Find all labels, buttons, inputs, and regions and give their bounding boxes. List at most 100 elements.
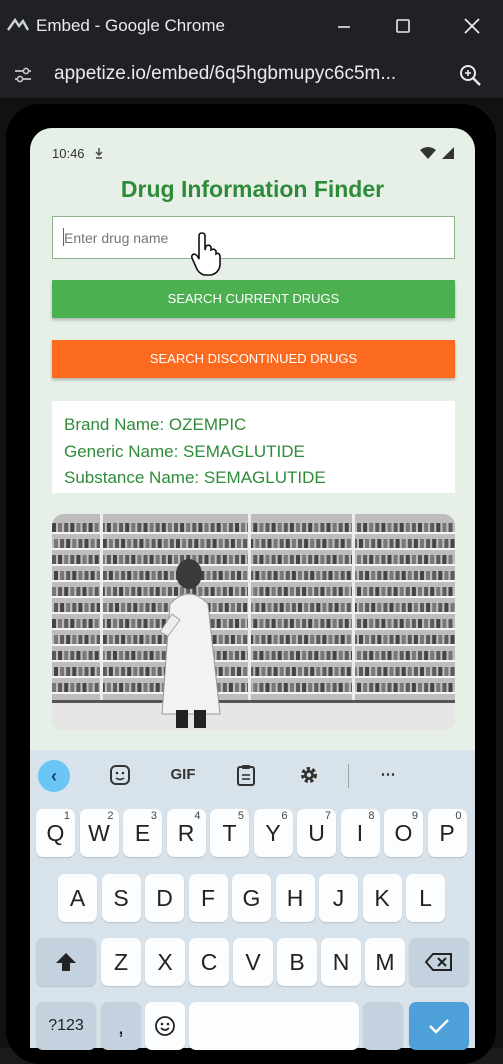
key-t-hint: 5 <box>237 810 244 822</box>
key-t[interactable]: T5 <box>210 809 249 857</box>
shift-icon <box>56 953 76 971</box>
key-q-hint: 1 <box>63 810 70 822</box>
emoji-icon <box>155 1016 175 1036</box>
soft-keyboard: ‹ GIF ⋯ Q1W2E3R4T5Y6U7I8O9P0ASDFGHJKLZXC… <box>30 750 475 1050</box>
comma-key[interactable]: , <box>101 1002 141 1050</box>
site-settings-icon[interactable] <box>10 62 36 88</box>
url-text[interactable]: appetize.io/embed/6q5hgbmupyc6c5m... <box>54 63 396 85</box>
key-m[interactable]: M <box>365 938 405 986</box>
key-x[interactable]: X <box>145 938 185 986</box>
key-p-hint: 0 <box>455 810 462 822</box>
comma-key-label: , <box>117 1013 125 1039</box>
minimize-icon[interactable] <box>330 12 358 40</box>
browser-titlebar: Embed - Google Chrome <box>0 0 503 52</box>
symbols-key[interactable]: ?123 <box>36 1002 96 1050</box>
key-h-label: H <box>286 885 304 911</box>
key-a[interactable]: A <box>58 874 97 922</box>
key-p[interactable]: P0 <box>427 809 467 857</box>
generic-name-text: Generic Name: SEMAGLUTIDE <box>64 441 305 461</box>
drug-name-input[interactable] <box>52 216 455 259</box>
signal-icon <box>442 147 454 159</box>
key-l-label: L <box>419 885 432 911</box>
key-b-label: B <box>289 949 305 975</box>
key-x-label: X <box>157 949 173 975</box>
key-u-hint: 7 <box>324 810 331 822</box>
window-title: Embed - Google Chrome <box>36 16 225 35</box>
key-e[interactable]: E3 <box>123 809 162 857</box>
close-icon[interactable] <box>458 12 486 40</box>
key-o-hint: 9 <box>411 810 418 822</box>
substance-name-text: Substance Name: SEMAGLUTIDE <box>64 468 326 487</box>
app-title: Drug Information Finder <box>120 176 385 202</box>
key-y-label: Y <box>265 820 281 846</box>
status-time-text: 10:46 <box>52 146 85 161</box>
key-i-label: I <box>356 820 364 846</box>
more-icon[interactable]: ⋯ <box>374 760 402 790</box>
key-w-hint: 2 <box>107 810 114 822</box>
key-g[interactable]: G <box>232 874 271 922</box>
maximize-icon[interactable] <box>389 12 417 40</box>
search-discontinued-drugs-button[interactable]: SEARCH DISCONTINUED DRUGS <box>52 340 455 378</box>
key-o[interactable]: O9 <box>384 809 423 857</box>
zoom-icon[interactable] <box>456 61 484 89</box>
key-z[interactable]: Z <box>101 938 141 986</box>
key-e-label: E <box>134 820 151 846</box>
key-b[interactable]: B <box>277 938 317 986</box>
key-u[interactable]: U7 <box>297 809 336 857</box>
space-key[interactable] <box>189 1002 359 1050</box>
key-a-label: A <box>69 885 86 911</box>
search-current-drugs-button[interactable]: SEARCH CURRENT DRUGS <box>52 280 455 318</box>
key-w[interactable]: W2 <box>79 809 119 857</box>
key-n[interactable]: N <box>321 938 361 986</box>
key-k[interactable]: K <box>362 874 402 922</box>
key-f-label: F <box>200 885 216 911</box>
key-f[interactable]: F <box>188 874 228 922</box>
sticker-icon[interactable] <box>106 760 134 790</box>
gear-icon[interactable] <box>295 760 323 790</box>
key-i[interactable]: I8 <box>340 809 380 857</box>
key-e-hint: 3 <box>150 810 157 822</box>
key-v[interactable]: V <box>233 938 273 986</box>
period-key[interactable] <box>363 1002 403 1050</box>
key-q[interactable]: Q1 <box>36 809 75 857</box>
key-r[interactable]: R4 <box>166 809 206 857</box>
key-k-label: K <box>374 885 390 911</box>
enter-key[interactable] <box>409 1002 469 1050</box>
key-s[interactable]: S <box>101 874 141 922</box>
address-bar[interactable]: appetize.io/embed/6q5hgbmupyc6c5m... <box>0 52 503 98</box>
chevron-left-icon[interactable]: ‹ <box>38 760 70 792</box>
wifi-icon <box>419 147 436 159</box>
gif-button[interactable]: GIF <box>166 760 200 790</box>
status-icons <box>419 146 455 165</box>
result-card: Brand Name: OZEMPIC Generic Name: SEMAGL… <box>52 401 455 493</box>
key-d[interactable]: D <box>145 874 184 922</box>
clipboard-icon[interactable] <box>232 760 260 790</box>
shift-key[interactable] <box>36 938 96 986</box>
key-r-label: R <box>177 820 195 846</box>
key-p-label: P <box>439 820 455 846</box>
key-c-label: C <box>200 949 218 975</box>
status-time: 10:46 <box>52 146 104 161</box>
backspace-key[interactable] <box>409 938 469 986</box>
key-m-label: M <box>375 949 395 975</box>
key-l[interactable]: L <box>406 874 445 922</box>
emoji-key[interactable] <box>145 1002 185 1050</box>
download-icon <box>95 148 103 159</box>
pharmacy-photo <box>52 514 455 730</box>
key-y-hint: 6 <box>281 810 288 822</box>
key-h[interactable]: H <box>275 874 315 922</box>
key-d-label: D <box>156 885 173 911</box>
key-c[interactable]: C <box>189 938 229 986</box>
brand-name-text: Brand Name: OZEMPIC <box>64 415 247 434</box>
key-j[interactable]: J <box>319 874 358 922</box>
key-o-label: O <box>394 820 413 846</box>
key-y[interactable]: Y6 <box>253 809 293 857</box>
appetize-logo-icon <box>7 17 30 31</box>
key-s-label: S <box>113 885 129 911</box>
checkmark-icon <box>429 1019 449 1034</box>
pointer-hand-icon <box>190 232 221 276</box>
key-z-label: Z <box>113 949 129 975</box>
key-n-label: N <box>332 949 350 975</box>
key-v-label: V <box>245 949 261 975</box>
key-g-label: G <box>242 885 261 911</box>
